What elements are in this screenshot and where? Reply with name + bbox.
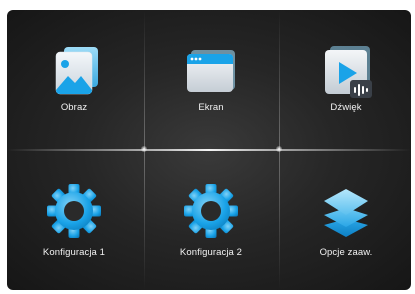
layers-icon — [316, 181, 376, 241]
menu-tile-sound[interactable]: Dźwięk — [279, 10, 411, 150]
sound-icon — [316, 40, 376, 100]
menu-tile-label: Dźwięk — [330, 102, 362, 113]
menu-tile-advanced-options[interactable]: Opcje zaaw. — [279, 150, 411, 290]
menu-tile-label: Konfiguracja 1 — [42, 247, 106, 258]
menu-tile-label: Opcje zaaw. — [319, 247, 373, 258]
menu-tile-label: Obraz — [60, 102, 88, 113]
menu-tile-picture[interactable]: Obraz — [7, 10, 141, 150]
osd-menu-panel: Obraz Ekran Dźwięk Konfiguracja 1 Konfig… — [7, 10, 411, 290]
menu-tile-setup-1[interactable]: Konfiguracja 1 — [7, 150, 141, 290]
screen-icon — [181, 40, 241, 100]
menu-tile-label: Konfiguracja 2 — [179, 247, 243, 258]
menu-tile-label: Ekran — [198, 102, 224, 113]
gear-icon — [181, 181, 241, 241]
menu-tile-setup-2[interactable]: Konfiguracja 2 — [144, 150, 278, 290]
picture-icon — [44, 40, 104, 100]
menu-tile-screen[interactable]: Ekran — [144, 10, 278, 150]
gear-icon — [44, 181, 104, 241]
